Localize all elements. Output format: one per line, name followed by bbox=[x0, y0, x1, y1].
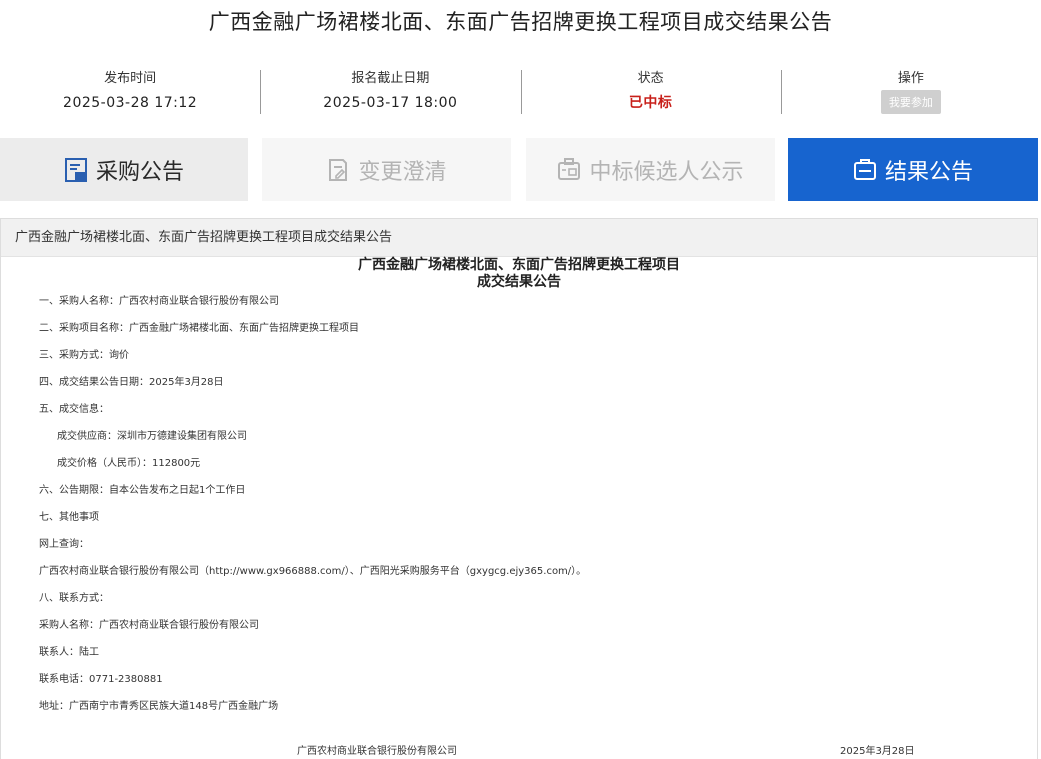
doc-line: 广西农村商业联合银行股份有限公司（http://www.gx966888.com… bbox=[39, 566, 587, 577]
tab-label: 采购公告 bbox=[95, 159, 184, 185]
id-card-icon bbox=[558, 157, 581, 180]
publish-time-label: 发布时间 bbox=[104, 71, 157, 86]
doc-line: 七、其他事项 bbox=[39, 512, 99, 523]
clipboard-icon bbox=[853, 158, 876, 180]
doc-line: 一、采购人名称：广西农村商业联合银行股份有限公司 bbox=[39, 296, 279, 307]
tab-label: 变更澄清 bbox=[358, 159, 447, 185]
doc-line: 五、成交信息： bbox=[39, 404, 109, 415]
doc-line: 六、公告期限：自本公告发布之日起1个工作日 bbox=[39, 485, 246, 496]
edit-document-icon bbox=[329, 158, 348, 181]
content-panel: 广西金融广场裙楼北面、东面广告招牌更换工程项目成交结果公告 广西金融广场裙楼北面… bbox=[0, 218, 1038, 759]
doc-line: 四、成交结果公告日期：2025年3月28日 bbox=[39, 377, 224, 388]
status: 状态 已中标 bbox=[520, 66, 781, 120]
publish-time: 发布时间 2025-03-28 17:12 bbox=[0, 66, 260, 120]
doc-line: 联系人：陆工 bbox=[39, 647, 99, 658]
doc-body: 一、采购人名称：广西农村商业联合银行股份有限公司 二、采购项目名称：广西金融广场… bbox=[39, 294, 586, 726]
document-icon bbox=[64, 157, 87, 182]
deadline: 报名截止日期 2025-03-17 18:00 bbox=[260, 66, 520, 120]
tab-change-clarification[interactable]: 变更澄清 bbox=[262, 138, 511, 201]
doc-line: 地址：广西南宁市青秀区民族大道148号广西金融广场 bbox=[39, 701, 279, 712]
doc-line: 采购人名称：广西农村商业联合银行股份有限公司 bbox=[39, 620, 259, 631]
content-header: 广西金融广场裙楼北面、东面广告招牌更换工程项目成交结果公告 bbox=[1, 219, 1037, 257]
info-row: 发布时间 2025-03-28 17:12 报名截止日期 2025-03-17 … bbox=[0, 66, 1041, 120]
action: 操作 我要参加 bbox=[780, 66, 1041, 120]
doc-title-line2: 成交结果公告 bbox=[477, 274, 561, 290]
tab-result-notice[interactable]: 结果公告 bbox=[788, 138, 1038, 201]
doc-line: 三、采购方式：询价 bbox=[39, 350, 129, 361]
status-label: 状态 bbox=[637, 71, 664, 86]
tab-procurement-notice[interactable]: 采购公告 bbox=[0, 138, 248, 201]
tab-label: 结果公告 bbox=[884, 159, 973, 185]
join-button[interactable]: 我要参加 bbox=[880, 90, 941, 114]
doc-line: 联系电话：0771-2380881 bbox=[39, 674, 163, 685]
deadline-label: 报名截止日期 bbox=[351, 71, 430, 86]
tab-label: 中标候选人公示 bbox=[589, 159, 744, 185]
doc-line: 成交供应商：深圳市万德建设集团有限公司 bbox=[57, 431, 247, 442]
page-title: 广西金融广场裙楼北面、东面广告招牌更换工程项目成交结果公告 bbox=[208, 10, 833, 34]
doc-line: 八、联系方式： bbox=[39, 593, 109, 604]
tab-bar: 采购公告 变更澄清 中标候选人公示 结果公告 bbox=[0, 138, 1041, 201]
doc-line: 二、采购项目名称：广西金融广场裙楼北面、东面广告招牌更换工程项目 bbox=[39, 323, 359, 334]
footer-org: 广西农村商业联合银行股份有限公司 bbox=[297, 746, 457, 757]
publish-time-value: 2025-03-28 17:12 bbox=[63, 95, 198, 111]
tab-candidate-publicity[interactable]: 中标候选人公示 bbox=[526, 138, 775, 201]
deadline-value: 2025-03-17 18:00 bbox=[323, 95, 458, 111]
footer-date: 2025年3月28日 bbox=[840, 746, 915, 757]
doc-line: 成交价格（人民币）：112800元 bbox=[57, 458, 201, 469]
doc-title-line1: 广西金融广场裙楼北面、东面广告招牌更换工程项目 bbox=[358, 257, 680, 273]
doc-title: 广西金融广场裙楼北面、东面广告招牌更换工程项目 成交结果公告 bbox=[1, 257, 1037, 291]
action-label: 操作 bbox=[897, 71, 924, 86]
doc-line: 网上查询： bbox=[39, 539, 89, 550]
status-badge: 已中标 bbox=[628, 95, 673, 111]
